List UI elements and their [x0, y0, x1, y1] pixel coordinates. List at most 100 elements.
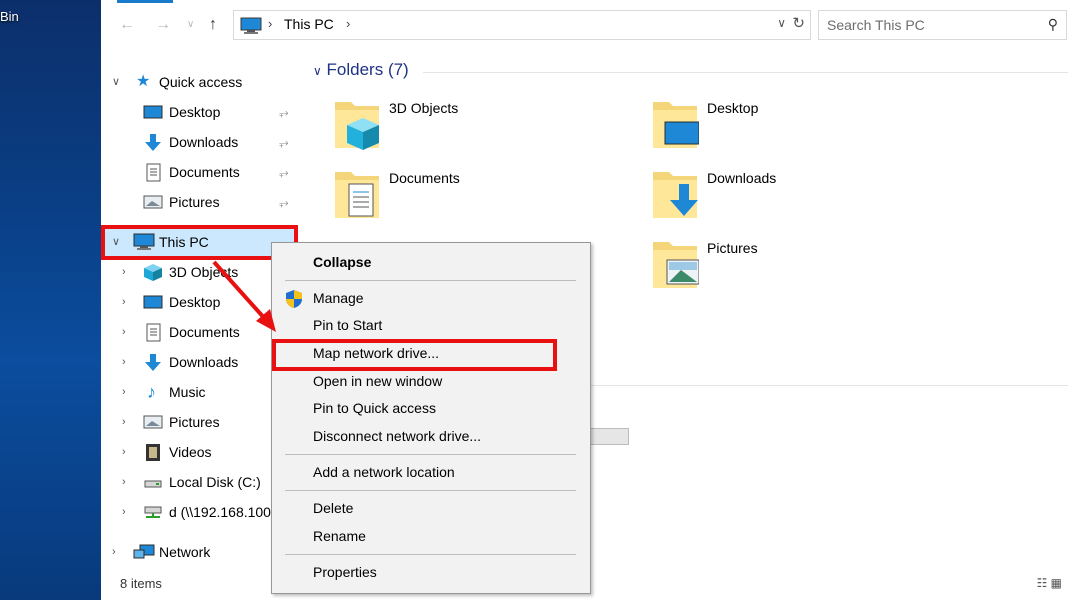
desktop-folder-icon — [653, 102, 700, 148]
menu-separator — [285, 454, 576, 455]
network-drive-icon — [144, 506, 162, 518]
chevron-right-icon[interactable]: › — [112, 539, 116, 565]
chevron-right-icon[interactable]: › — [122, 319, 126, 345]
menu-separator — [285, 280, 576, 281]
menu-separator — [285, 490, 576, 491]
downloads-icon — [145, 134, 161, 151]
folder-tile-pictures[interactable]: Pictures — [651, 238, 911, 294]
desktop-icon — [143, 105, 163, 119]
menu-item-rename[interactable]: Rename — [313, 528, 366, 544]
desktop-background: Bin — [0, 0, 101, 600]
forward-arrow-icon[interactable]: → — [155, 16, 171, 34]
status-item-count: 8 items — [120, 576, 162, 591]
nav-network-label: Network — [159, 544, 211, 560]
3d-objects-icon — [144, 264, 162, 281]
music-icon: ♪ — [147, 382, 156, 402]
menu-item-pin-to-quick-access[interactable]: Pin to Quick access — [313, 400, 436, 416]
drive-usage-bar — [590, 428, 629, 445]
chevron-right-icon[interactable]: › — [122, 409, 126, 435]
nav-pc-3d-objects-label: 3D Objects — [169, 264, 239, 280]
address-bar[interactable]: › This PC › ∨ ↻ — [233, 10, 811, 40]
nav-quick-documents-label: Documents — [169, 164, 240, 180]
menu-item-add-network-location[interactable]: Add a network location — [313, 464, 455, 480]
view-mode-icons[interactable]: ☷ ▦ — [1037, 576, 1062, 590]
back-arrow-icon[interactable]: ← — [119, 16, 135, 34]
folder-label: Downloads — [707, 170, 777, 186]
chevron-right-icon[interactable]: › — [122, 289, 126, 315]
context-menu: Collapse Manage Pin to Start Map network… — [271, 242, 591, 594]
folder-tile-3d-objects[interactable]: 3D Objects — [333, 98, 593, 154]
folders-group-header[interactable]: ∨ Folders (7) — [313, 60, 409, 80]
nav-quick-downloads-label: Downloads — [169, 134, 239, 150]
menu-item-delete[interactable]: Delete — [313, 500, 353, 516]
up-arrow-icon[interactable]: ↑ — [209, 16, 217, 34]
folder-label: 3D Objects — [389, 100, 459, 116]
chevron-right-icon[interactable]: › — [122, 469, 126, 495]
local-disk-icon — [144, 480, 162, 488]
pin-icon[interactable]: ⥅ — [279, 99, 289, 125]
folder-tile-documents[interactable]: Documents — [333, 168, 593, 224]
nav-pc-music-label: Music — [169, 384, 206, 400]
breadcrumb-this-pc[interactable]: This PC — [284, 16, 334, 32]
folders-group-label: Folders (7) — [326, 60, 409, 79]
nav-quick-desktop-label: Desktop — [169, 104, 221, 120]
address-dropdown-icon[interactable]: ∨ — [777, 16, 786, 30]
menu-item-properties[interactable]: Properties — [313, 564, 377, 580]
menu-item-manage[interactable]: Manage — [313, 290, 364, 306]
pin-icon[interactable]: ⥅ — [279, 129, 289, 155]
3d-objects-folder-icon — [335, 102, 379, 150]
documents-icon — [146, 163, 161, 182]
menu-item-disconnect-network-drive[interactable]: Disconnect network drive... — [313, 428, 481, 444]
map-network-drive-red-highlight-box — [272, 339, 557, 371]
folder-label: Documents — [389, 170, 460, 186]
pin-icon[interactable]: ⥅ — [279, 189, 289, 215]
downloads-folder-icon — [653, 172, 698, 218]
this-pc-red-highlight-box — [101, 225, 298, 260]
recent-locations-chevron-icon[interactable]: ∨ — [187, 16, 194, 34]
documents-icon — [146, 323, 161, 342]
nav-pc-documents-label: Documents — [169, 324, 240, 340]
pictures-icon — [143, 415, 163, 429]
nav-quick-access-label: Quick access — [159, 74, 243, 90]
recycle-bin-label[interactable]: Bin — [0, 9, 19, 24]
chevron-right-icon[interactable]: › — [122, 259, 126, 285]
chevron-right-icon[interactable]: › — [122, 349, 126, 375]
desktop-icon — [143, 295, 163, 309]
ribbon-tab-accent — [117, 0, 173, 3]
nav-quick-desktop[interactable]: Desktop ⥅ — [101, 99, 301, 125]
nav-quick-access[interactable]: ∨ ★ Quick access — [101, 69, 301, 95]
menu-item-pin-to-start[interactable]: Pin to Start — [313, 317, 382, 333]
nav-pc-pictures-label: Pictures — [169, 414, 220, 430]
address-row: ← → ∨ ↑ › This PC › ∨ ↻ Search This PC ⚲ — [101, 8, 1068, 42]
chevron-right-icon[interactable]: › — [122, 499, 126, 525]
folder-label: Pictures — [707, 240, 758, 256]
documents-folder-icon — [335, 172, 379, 218]
folder-tile-downloads[interactable]: Downloads — [651, 168, 911, 224]
nav-pc-videos-label: Videos — [169, 444, 212, 460]
breadcrumb-chevron-icon[interactable]: › — [268, 16, 272, 31]
search-icon[interactable]: ⚲ — [1048, 16, 1058, 33]
chevron-down-icon[interactable]: ∨ — [313, 64, 322, 78]
menu-item-open-in-new-window[interactable]: Open in new window — [313, 373, 442, 389]
nav-quick-downloads[interactable]: Downloads ⥅ — [101, 129, 301, 155]
star-icon: ★ — [136, 73, 151, 90]
refresh-icon[interactable]: ↻ — [792, 14, 805, 32]
nav-quick-documents[interactable]: Documents ⥅ — [101, 159, 301, 185]
pictures-icon — [143, 195, 163, 209]
nav-pc-downloads-label: Downloads — [169, 354, 239, 370]
search-input[interactable]: Search This PC ⚲ — [818, 10, 1067, 40]
nav-quick-pictures-label: Pictures — [169, 194, 220, 210]
search-placeholder: Search This PC — [827, 17, 925, 33]
menu-item-collapse[interactable]: Collapse — [313, 254, 371, 270]
pin-icon[interactable]: ⥅ — [279, 159, 289, 185]
nav-pc-desktop-label: Desktop — [169, 294, 221, 310]
chevron-down-icon[interactable]: ∨ — [112, 69, 120, 95]
breadcrumb-chevron-icon[interactable]: › — [346, 16, 350, 31]
chevron-right-icon[interactable]: › — [122, 379, 126, 405]
this-pc-icon — [240, 17, 262, 34]
nav-pc-network-drive[interactable]: › d (\\192.168.100 — [101, 499, 271, 525]
nav-quick-pictures[interactable]: Pictures ⥅ — [101, 189, 301, 215]
chevron-right-icon[interactable]: › — [122, 439, 126, 465]
videos-icon — [146, 444, 160, 461]
folder-tile-desktop[interactable]: Desktop — [651, 98, 911, 154]
